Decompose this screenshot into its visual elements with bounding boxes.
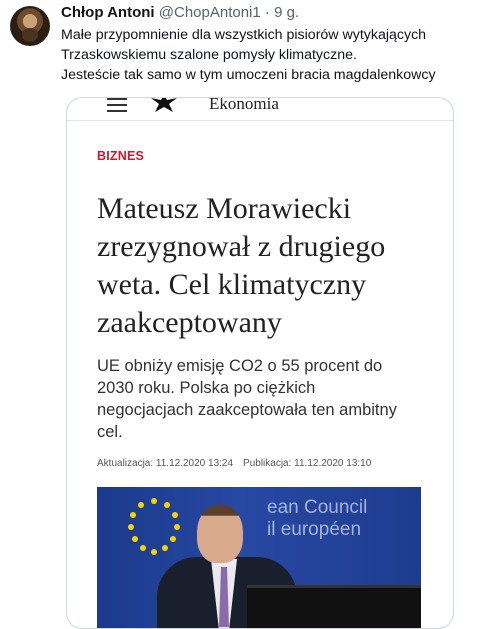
updated-date: Aktualizacja: 11.12.2020 13:24 bbox=[97, 458, 234, 469]
lead-line: 2030 roku. Polska po ciężkich bbox=[97, 379, 316, 397]
photo-text-line: ean Council bbox=[267, 497, 368, 518]
tweet-text-line: Małe przypomnienie dla wszystkich pisior… bbox=[61, 27, 427, 43]
headline-line: weta. Cel klimatyczny bbox=[97, 268, 367, 301]
tweet-header: Chłop Antoni @ChopAntoni1 · 9 g. bbox=[61, 3, 299, 23]
photo-text-line: il européen bbox=[267, 519, 362, 540]
lead-line: cel. bbox=[97, 423, 123, 441]
separator-dot: · bbox=[264, 4, 270, 21]
eagle-logo-icon bbox=[151, 98, 177, 112]
tweet-time[interactable]: 9 g. bbox=[274, 4, 299, 21]
photo-background-text: ean Council il européen bbox=[267, 497, 367, 541]
author-name[interactable]: Chłop Antoni bbox=[61, 4, 155, 21]
headline-line: zrezygnował z drugiego bbox=[97, 230, 386, 263]
lead-line: negocjacjach zaakceptowała ten ambitny bbox=[97, 401, 397, 419]
avatar[interactable] bbox=[10, 6, 50, 46]
article-dates: Aktualizacja: 11.12.2020 13:24 Publikacja… bbox=[97, 458, 371, 469]
section-name: Ekonomia bbox=[209, 97, 279, 113]
eu-stars-icon bbox=[128, 498, 180, 555]
tweet-text-line: Jesteście tak samo w tym umoczeni bracia… bbox=[61, 67, 436, 83]
article-navbar: Ekonomia bbox=[67, 98, 453, 121]
person-head bbox=[197, 505, 243, 563]
article-lead: UE obniży emisję CO2 o 55 procent do 203… bbox=[97, 355, 427, 443]
tweet-text: Małe przypomnienie dla wszystkich pisior… bbox=[61, 25, 481, 85]
lead-line: UE obniży emisję CO2 o 55 procent do bbox=[97, 357, 383, 375]
article-screenshot-card[interactable]: Ekonomia BIZNES Mateusz Morawiecki zrezy… bbox=[66, 97, 454, 629]
headline-line: Mateusz Morawiecki bbox=[97, 192, 352, 225]
headline-line: zaakceptowany bbox=[97, 306, 282, 339]
published-date: Publikacja: 11.12.2020 13:10 bbox=[243, 458, 372, 469]
hamburger-menu-icon bbox=[107, 98, 127, 112]
article-headline: Mateusz Morawiecki zrezygnował z drugieg… bbox=[97, 190, 437, 342]
author-handle[interactable]: @ChopAntoni1 bbox=[159, 4, 261, 21]
category-label: BIZNES bbox=[97, 149, 145, 163]
tweet-text-line: Trzaskowskiemu szalone pomysły klimatycz… bbox=[61, 47, 357, 63]
